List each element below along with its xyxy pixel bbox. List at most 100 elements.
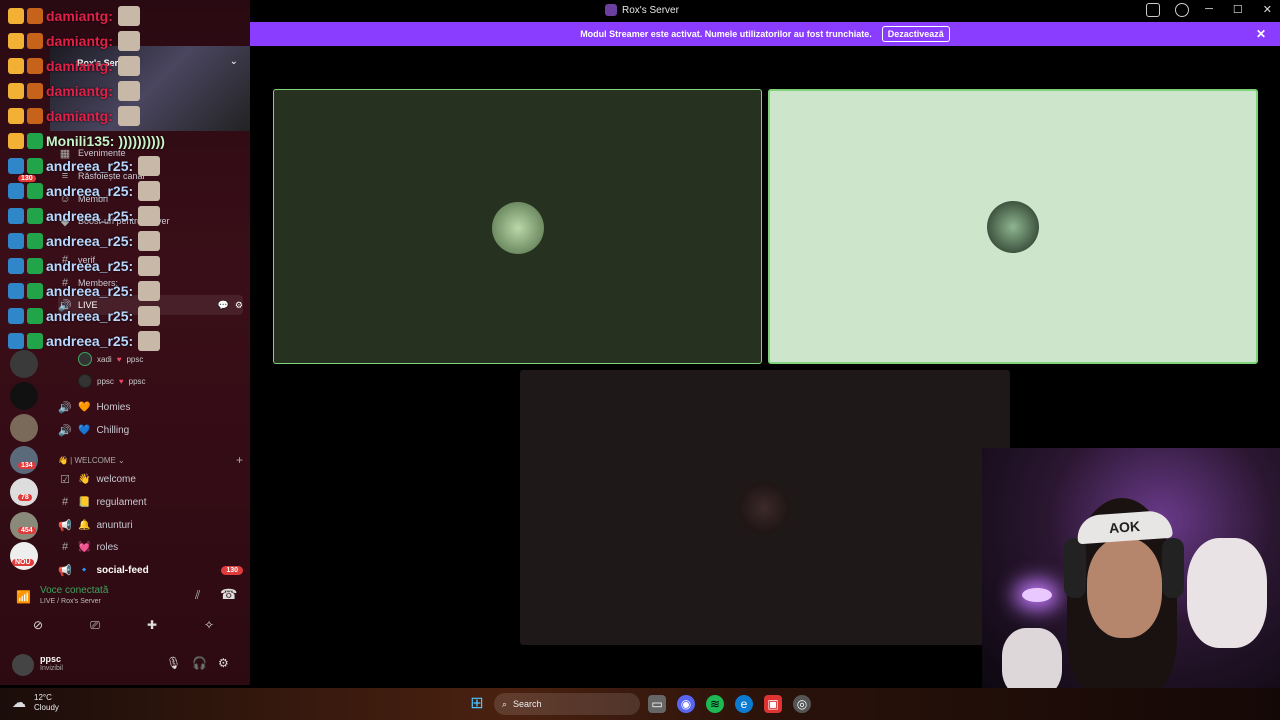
channel-label: Chilling bbox=[96, 424, 130, 436]
channel-roles[interactable]: # 💓 roles bbox=[58, 537, 243, 557]
user-settings-icon[interactable]: ⚙ bbox=[218, 656, 229, 670]
channel-emoji: 💙 bbox=[78, 424, 91, 436]
guild-icon[interactable] bbox=[10, 350, 38, 378]
activities-button[interactable]: ✚ bbox=[132, 615, 172, 635]
discord-icon[interactable]: ◉ bbox=[677, 695, 695, 713]
microphone-icon[interactable]: 🎙 bbox=[166, 656, 181, 670]
user-name[interactable]: ppsc bbox=[40, 654, 61, 664]
badge-icon bbox=[27, 133, 43, 149]
weather-widget[interactable]: 12°C Cloudy bbox=[34, 693, 59, 713]
voice-user[interactable]: ppsc ♥ ppsc bbox=[78, 374, 146, 388]
camera-off-icon: ⊘ bbox=[32, 618, 44, 632]
channel-welcome[interactable]: ☑ 👋 welcome bbox=[58, 469, 243, 489]
category-label: 👋 | WELCOME ⌄ bbox=[58, 455, 125, 465]
minimize-button[interactable]: ─ bbox=[1205, 3, 1213, 16]
headphones-icon[interactable]: 🎧 bbox=[192, 656, 207, 670]
close-window-button[interactable]: ✕ bbox=[1263, 3, 1272, 16]
disable-streamer-mode-button[interactable]: Dezactivează bbox=[881, 26, 950, 42]
channel-anunturi[interactable]: 📢 🔔 anunturi bbox=[58, 515, 243, 535]
badge-icon bbox=[8, 333, 24, 349]
video-tile-1[interactable] bbox=[273, 89, 762, 364]
channel-label: regulament bbox=[96, 496, 147, 508]
guild-icon[interactable] bbox=[10, 446, 38, 474]
activities-icon: ✚ bbox=[146, 618, 158, 632]
badge-icon bbox=[8, 83, 24, 99]
badge-icon bbox=[27, 233, 43, 249]
guild-icon[interactable] bbox=[10, 382, 38, 410]
chat-username: andreea_r25: bbox=[46, 308, 134, 324]
chat-username: andreea_r25: bbox=[46, 158, 134, 174]
chat-username: damiantg: bbox=[46, 58, 113, 74]
chat-overlay-message: andreea_r25: bbox=[8, 254, 248, 278]
speaker-icon: 🔊 bbox=[58, 424, 72, 437]
voice-channel-homies[interactable]: 🔊 🧡 Homies bbox=[58, 397, 243, 417]
badge-icon bbox=[27, 108, 43, 124]
guild-icon[interactable] bbox=[10, 512, 38, 540]
rules-icon: ☑ bbox=[60, 473, 70, 486]
voice-channel-chilling[interactable]: 🔊 💙 Chilling bbox=[58, 420, 243, 440]
badge-icon bbox=[27, 58, 43, 74]
voice-location[interactable]: LIVE / Rox's Server bbox=[40, 598, 101, 605]
voice-user-name: ppsc bbox=[97, 376, 114, 386]
avatar bbox=[738, 482, 790, 534]
title-bar: Rox's Server ─ ☐ ✕ bbox=[250, 0, 1280, 21]
guild-icon[interactable] bbox=[10, 414, 38, 442]
badge-icon bbox=[8, 258, 24, 274]
obs-icon[interactable]: ◎ bbox=[793, 695, 811, 713]
video-tile-2[interactable] bbox=[768, 89, 1258, 364]
camera-off-button[interactable]: ⊘ bbox=[18, 615, 58, 635]
channel-social-feed[interactable]: 📢 🔹 social-feed 130 bbox=[58, 560, 243, 580]
inbox-icon[interactable] bbox=[1146, 3, 1160, 17]
search-label: Search bbox=[513, 699, 542, 709]
webcam-overlay: AOK bbox=[982, 448, 1280, 688]
channel-emoji: 🧡 bbox=[78, 401, 91, 413]
badge-icon bbox=[27, 258, 43, 274]
search-icon: ⌕ bbox=[502, 698, 508, 709]
badge-icon bbox=[8, 108, 24, 124]
guild-icon[interactable] bbox=[10, 478, 38, 506]
heart-icon: ♥ bbox=[116, 354, 122, 364]
user-status: Invizibil bbox=[40, 665, 63, 672]
spotify-icon[interactable]: ≋ bbox=[706, 695, 724, 713]
soundboard-button[interactable]: ✧ bbox=[189, 615, 229, 635]
file-explorer-icon[interactable]: ▭ bbox=[648, 695, 666, 713]
channel-label: social-feed bbox=[96, 564, 149, 576]
voice-user[interactable]: xadi ♥ ppsc bbox=[78, 352, 143, 366]
screen-share-button[interactable]: ⎚ bbox=[75, 615, 115, 635]
emote-icon bbox=[117, 81, 140, 101]
voice-status[interactable]: Voce conectată bbox=[40, 585, 108, 596]
emote-icon bbox=[117, 56, 140, 76]
channel-regulament[interactable]: # 📒 regulament bbox=[58, 492, 243, 512]
add-channel-button[interactable]: + bbox=[236, 453, 243, 467]
app-icon[interactable]: ▣ bbox=[764, 695, 782, 713]
banner-close-icon[interactable]: ✕ bbox=[1256, 27, 1266, 41]
avatar bbox=[987, 201, 1039, 253]
heart-icon: ♥ bbox=[118, 376, 124, 386]
chat-overlay-message: andreea_r25: bbox=[8, 229, 248, 253]
help-icon[interactable] bbox=[1175, 3, 1189, 17]
video-tile-3[interactable] bbox=[520, 370, 1010, 645]
disconnect-icon[interactable]: ☎ bbox=[220, 586, 237, 603]
avatar[interactable] bbox=[12, 654, 34, 676]
emote-icon bbox=[138, 281, 161, 301]
chat-username: andreea_r25: bbox=[46, 183, 134, 199]
windows-start-icon[interactable]: ⊞ bbox=[468, 695, 486, 713]
unread-badge: 130 bbox=[221, 565, 243, 575]
new-badge: NOU bbox=[12, 559, 34, 566]
maximize-button[interactable]: ☐ bbox=[1233, 3, 1243, 16]
voice-user-tag: ppsc bbox=[126, 354, 144, 364]
speaker-icon: 🔊 bbox=[58, 401, 72, 414]
chat-overlay-message: damiantg: bbox=[8, 79, 248, 103]
category-welcome[interactable]: 👋 | WELCOME ⌄ + bbox=[58, 450, 243, 470]
taskbar-search[interactable]: ⌕ Search bbox=[494, 693, 640, 715]
edge-icon[interactable]: e bbox=[735, 695, 753, 713]
badge-icon bbox=[27, 83, 43, 99]
chat-overlay-message: damiantg: bbox=[8, 54, 248, 78]
channel-emoji: 🔹 bbox=[78, 564, 91, 576]
announcement-icon: 📢 bbox=[58, 519, 72, 532]
chat-username: andreea_r25: bbox=[46, 333, 134, 349]
emote-icon bbox=[117, 31, 140, 51]
weather-icon[interactable]: ☁ bbox=[12, 694, 26, 711]
noise-suppression-icon[interactable]: ⫽ bbox=[195, 588, 200, 603]
streamer-mode-banner: Modul Streamer este activat. Numele util… bbox=[250, 22, 1280, 46]
